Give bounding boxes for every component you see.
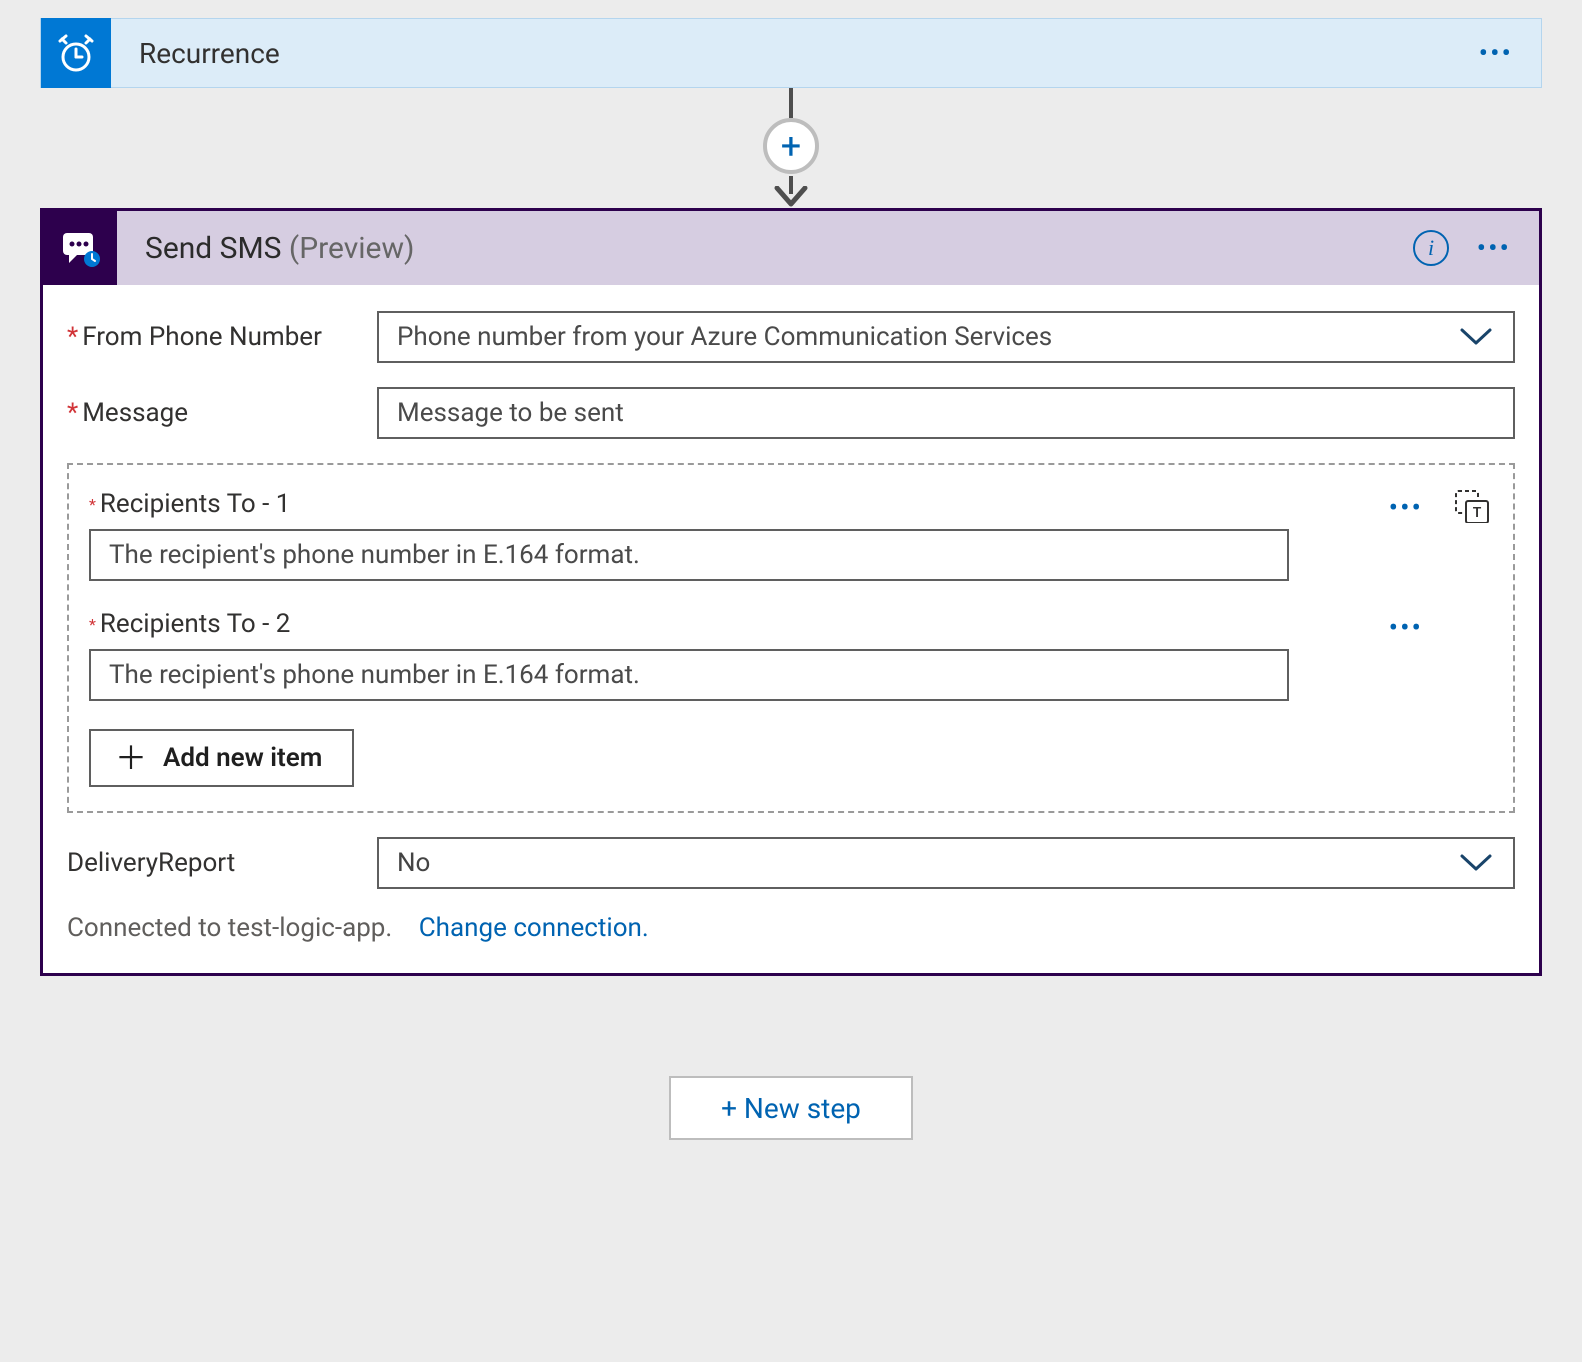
connection-row: Connected to test-logic-app. Change conn… [67,913,1515,943]
recipient-1-input[interactable] [109,531,1269,579]
recurrence-icon-box [41,18,111,88]
plus-icon: ＋ [115,742,147,774]
message-input[interactable] [397,389,1495,437]
delivery-report-label: DeliveryReport [67,848,377,878]
arrow-down-icon [773,186,809,208]
switch-to-array-button[interactable]: T [1453,487,1489,527]
from-phone-row: *From Phone Number Phone number from you… [67,311,1515,363]
new-step-button[interactable]: + New step [669,1076,913,1140]
send-sms-preview-label: (Preview) [289,231,415,266]
delivery-report-value: No [397,848,430,878]
from-phone-placeholder: Phone number from your Azure Communicati… [397,322,1052,352]
from-phone-label-text: From Phone Number [82,322,322,352]
recipient-item-1: * Recipients To - 1 ••• T [89,489,1493,581]
recipient-1-label: Recipients To - 1 [100,489,290,519]
chat-bubble-icon [59,227,101,269]
connector: + [40,88,1542,208]
add-action-button[interactable]: + [763,118,819,174]
recipient-1-more-button[interactable]: ••• [1389,491,1423,524]
required-star: * [89,495,96,514]
change-connection-link[interactable]: Change connection. [419,913,649,943]
from-phone-select[interactable]: Phone number from your Azure Communicati… [377,311,1515,363]
recipient-2-more-button[interactable]: ••• [1389,611,1423,644]
recipient-2-input[interactable] [109,651,1269,699]
required-star: * [89,615,96,634]
message-input-wrap[interactable] [377,387,1515,439]
recurrence-card[interactable]: Recurrence ••• [40,18,1542,88]
send-sms-more-button[interactable]: ••• [1477,232,1511,265]
add-new-item-button[interactable]: ＋ Add new item [89,729,354,787]
delivery-report-row: DeliveryReport No [67,837,1515,889]
add-new-item-label: Add new item [163,743,322,773]
send-sms-header[interactable]: Send SMS (Preview) i ••• [43,211,1539,285]
required-star: * [67,322,78,352]
recipient-item-2: * Recipients To - 2 ••• [89,609,1493,701]
connection-text: Connected to test-logic-app. [67,913,392,943]
recipient-1-input-wrap[interactable] [89,529,1289,581]
recipient-2-input-wrap[interactable] [89,649,1289,701]
chevron-down-icon [1459,853,1493,873]
chevron-down-icon [1459,327,1493,347]
array-icon: T [1453,487,1489,523]
recipients-box: * Recipients To - 1 ••• T * [67,463,1515,813]
message-row: *Message [67,387,1515,439]
recurrence-more-button[interactable]: ••• [1479,37,1513,70]
recurrence-title: Recurrence [111,37,1541,70]
info-icon[interactable]: i [1413,230,1449,266]
recipient-2-label: Recipients To - 2 [100,609,290,639]
svg-text:T: T [1473,505,1482,521]
from-phone-label: *From Phone Number [67,322,377,352]
clock-icon [56,33,96,73]
required-star: * [67,398,78,428]
new-step-wrap: + New step [40,1076,1542,1140]
message-label-text: Message [82,398,188,428]
delivery-report-select[interactable]: No [377,837,1515,889]
send-sms-title: Send SMS [145,231,281,266]
sms-icon-box [43,211,117,285]
connector-line [789,88,793,118]
send-sms-card: Send SMS (Preview) i ••• *From Phone Num… [40,208,1542,976]
send-sms-title-wrap: Send SMS (Preview) [117,231,414,266]
message-label: *Message [67,398,377,428]
send-sms-body: *From Phone Number Phone number from you… [43,285,1539,973]
